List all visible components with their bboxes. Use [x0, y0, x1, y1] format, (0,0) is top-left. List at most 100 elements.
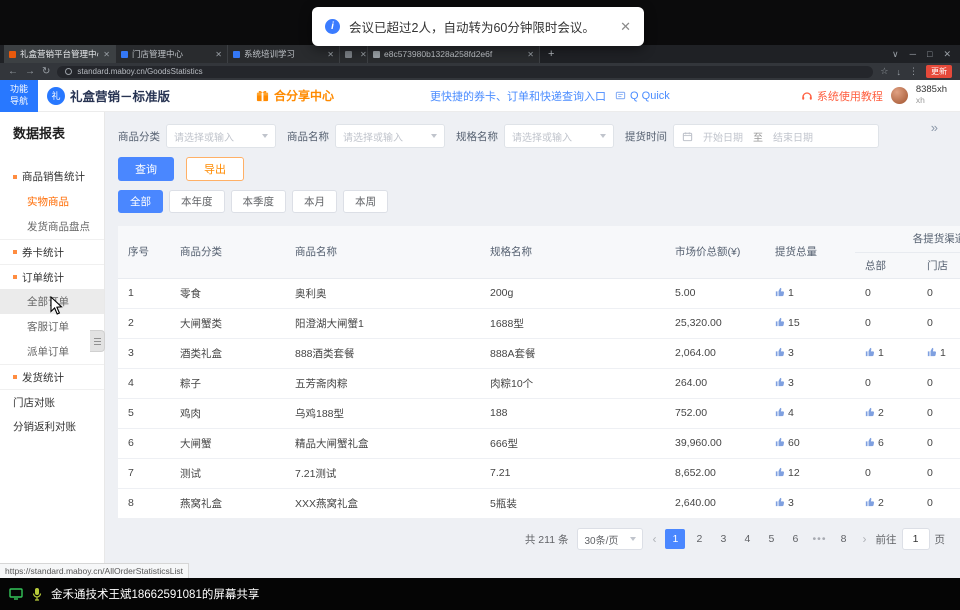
- window-maximize-button[interactable]: □: [927, 49, 932, 59]
- browser-address-bar: ← → ↻ standard.maboy.cn/GoodsStatistics …: [0, 63, 960, 80]
- table-row[interactable]: 3 酒类礼盒 888酒类套餐 888A套餐 2,064.00 3 1 1: [118, 338, 960, 368]
- download-icon[interactable]: ↓: [897, 67, 902, 77]
- sidebar-item[interactable]: 实物商品: [0, 189, 104, 214]
- page-size-value: 30条/页: [584, 532, 618, 547]
- url-bar[interactable]: standard.maboy.cn/GoodsStatistics: [57, 66, 873, 78]
- sidebar-item-label: 派单订单: [27, 344, 69, 359]
- sidebar-item-label: 客服订单: [27, 319, 69, 334]
- cell-hq-count: 6: [855, 428, 917, 458]
- range-tab[interactable]: 本月: [292, 190, 337, 213]
- browser-update-badge[interactable]: 更新: [926, 65, 952, 78]
- avatar[interactable]: [891, 87, 908, 104]
- browser-tab[interactable]: ✕: [340, 45, 368, 63]
- category-label: 商品分类: [118, 129, 160, 144]
- prev-page-button[interactable]: ‹: [652, 532, 656, 546]
- cell-pickup-total: 12: [765, 458, 855, 488]
- table-row[interactable]: 5 鸡肉 乌鸡188型 188 752.00 4 2 0: [118, 398, 960, 428]
- browser-tab[interactable]: 礼盒营销平台管理中心 ✕: [4, 45, 116, 63]
- page-button[interactable]: 2: [689, 529, 709, 549]
- page-body: 数据报表 商品销售统计 实物商品 发货商品盘点: [0, 112, 960, 578]
- cell-pickup-total: 60: [765, 428, 855, 458]
- tab-close-icon[interactable]: ✕: [215, 50, 222, 59]
- pickup-count-icon: [775, 497, 785, 507]
- table-row[interactable]: 4 粽子 五芳斋肉粽 肉粽10个 264.00 3 0 0: [118, 368, 960, 398]
- name-select[interactable]: 请选择或输入: [335, 124, 445, 148]
- page-button[interactable]: •••: [809, 529, 829, 549]
- forward-button[interactable]: →: [25, 67, 35, 77]
- table-row[interactable]: 2 大闸蟹类 阳澄湖大闸蟹1 1688型 25,320.00 15 0 0: [118, 308, 960, 338]
- cell-pickup-total: 3: [765, 488, 855, 518]
- site-info-icon[interactable]: [65, 68, 72, 75]
- cell-name: 阳澄湖大闸蟹1: [285, 308, 480, 338]
- table-row[interactable]: 6 大闸蟹 精品大闸蟹礼盒 666型 39,960.00 60 6 0: [118, 428, 960, 458]
- function-nav-button[interactable]: 功能 导航: [0, 80, 38, 112]
- browser-tab[interactable]: e8c573980b1328a258fd2e6f ✕: [368, 45, 540, 63]
- page-button[interactable]: 5: [761, 529, 781, 549]
- tab-close-icon[interactable]: ✕: [103, 50, 110, 59]
- page-button[interactable]: 4: [737, 529, 757, 549]
- tutorial-link[interactable]: 系统使用教程: [801, 88, 883, 104]
- table-row[interactable]: 8 燕窝礼盒 XXX燕窝礼盒 5瓶装 2,640.00 3 2 0: [118, 488, 960, 518]
- sidebar-item[interactable]: 全部订单: [0, 289, 104, 314]
- tab-close-icon[interactable]: ✕: [360, 50, 367, 59]
- col-hq: 总部: [855, 252, 917, 278]
- page-buttons: 1 2 3 4 5 6 ••• 8: [665, 529, 853, 549]
- spec-select[interactable]: 请选择或输入: [504, 124, 614, 148]
- sidebar-item-label: 全部订单: [27, 294, 69, 309]
- col-seq: 序号: [118, 226, 170, 278]
- tab-close-icon[interactable]: ✕: [527, 50, 534, 59]
- pickup-count-icon: [775, 407, 785, 417]
- username-block[interactable]: 8385xh xh: [916, 85, 947, 106]
- sidebar-item[interactable]: 订单统计: [0, 264, 104, 289]
- sidebar-item[interactable]: 发货统计: [0, 364, 104, 389]
- sidebar-item[interactable]: 客服订单: [0, 314, 104, 339]
- tab-search-chevron-icon[interactable]: ∨: [892, 49, 899, 60]
- page-goto-input[interactable]: [902, 528, 930, 550]
- next-page-button[interactable]: ›: [863, 532, 867, 546]
- name-label: 商品名称: [287, 129, 329, 144]
- window-close-button[interactable]: ✕: [943, 49, 951, 60]
- quick-link[interactable]: Q Quick: [615, 90, 670, 102]
- cell-name: XXX燕窝礼盒: [285, 488, 480, 518]
- toast-close-button[interactable]: ✕: [620, 19, 631, 35]
- browser-tab[interactable]: 系统培训学习 ✕: [228, 45, 340, 63]
- pickup-count-icon: [865, 437, 875, 447]
- window-minimize-button[interactable]: ─: [910, 49, 916, 59]
- range-tab[interactable]: 本年度: [169, 190, 225, 213]
- page-size-select[interactable]: 30条/页: [577, 528, 643, 550]
- sidebar-item[interactable]: 派单订单: [0, 339, 104, 364]
- range-tab[interactable]: 本周: [343, 190, 388, 213]
- sidebar-item[interactable]: 门店对账: [0, 389, 104, 414]
- table-row[interactable]: 1 零食 奥利奥 200g 5.00 1 0 0: [118, 278, 960, 308]
- sidebar-item[interactable]: 发货商品盘点: [0, 214, 104, 239]
- page-button[interactable]: 1: [665, 529, 685, 549]
- date-range-picker[interactable]: 开始日期 至 结束日期: [673, 124, 879, 148]
- reload-button[interactable]: ↻: [42, 67, 50, 77]
- filter-category: 商品分类 请选择或输入: [118, 124, 276, 148]
- cell-store-count: 0: [917, 368, 960, 398]
- page-button[interactable]: 8: [834, 529, 854, 549]
- range-tab[interactable]: 全部: [118, 190, 163, 213]
- page-button[interactable]: 6: [785, 529, 805, 549]
- bookmark-star-icon[interactable]: ☆: [880, 66, 888, 77]
- sidebar-collapse-handle[interactable]: [90, 330, 105, 352]
- goods-table-container: 序号 商品分类 商品名称 规格名称 市场价总额(¥) 提货总量 各提货渠道 总部…: [118, 226, 960, 518]
- back-button[interactable]: ←: [8, 67, 18, 77]
- category-select[interactable]: 请选择或输入: [166, 124, 276, 148]
- quick-entry-hint[interactable]: 更快捷的券卡、订单和快递查询入口: [430, 88, 606, 104]
- mic-icon: [32, 587, 42, 601]
- export-button[interactable]: 导出: [186, 157, 244, 181]
- more-menu-icon[interactable]: ⋮: [909, 66, 918, 77]
- sidebar-item[interactable]: 商品销售统计: [0, 164, 104, 189]
- new-tab-button[interactable]: +: [540, 45, 562, 63]
- share-center-link[interactable]: 合分享中心: [256, 87, 334, 104]
- page-button[interactable]: 3: [713, 529, 733, 549]
- sidebar-item[interactable]: 券卡统计: [0, 239, 104, 264]
- tab-close-icon[interactable]: ✕: [327, 50, 334, 59]
- table-row[interactable]: 7 测试 7.21测试 7.21 8,652.00 12 0 0: [118, 458, 960, 488]
- panel-collapse-button[interactable]: »: [931, 120, 938, 135]
- range-tab[interactable]: 本季度: [231, 190, 287, 213]
- search-button[interactable]: 查询: [118, 157, 174, 181]
- sidebar-item[interactable]: 分销返利对账: [0, 414, 104, 439]
- browser-tab[interactable]: 门店管理中心 ✕: [116, 45, 228, 63]
